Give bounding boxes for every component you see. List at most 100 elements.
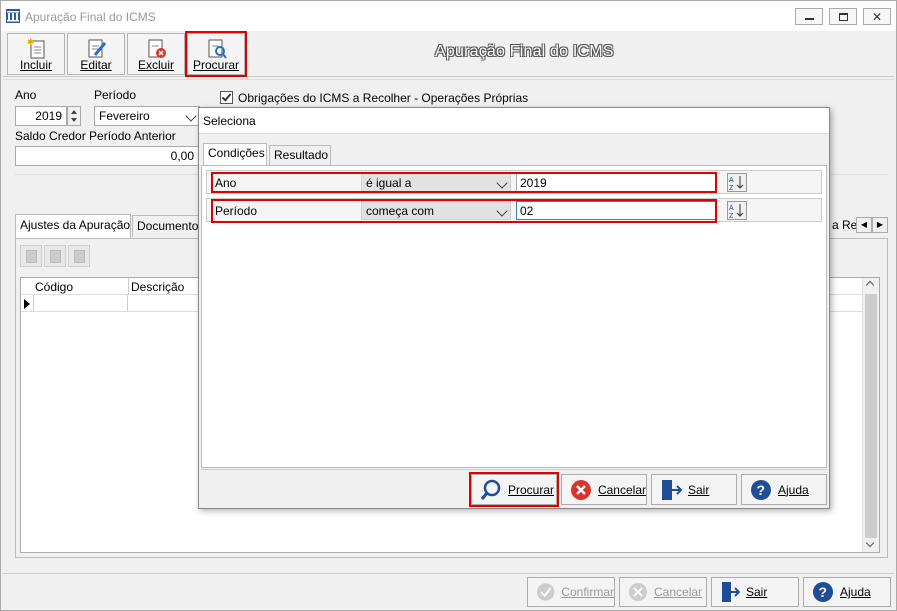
- editar-button[interactable]: Editar: [67, 33, 125, 75]
- dialog-sair-button[interactable]: Sair: [651, 474, 737, 505]
- incluir-button[interactable]: ✱ Incluir: [7, 33, 65, 75]
- cancel-icon: [570, 479, 591, 500]
- col-codigo: Código: [35, 280, 74, 294]
- confirmar-label: Confirmar: [561, 585, 614, 599]
- svg-text:Z: Z: [729, 213, 734, 219]
- search-document-icon: [208, 39, 227, 59]
- grid-add-button[interactable]: [20, 245, 42, 267]
- dialog-cancelar-button[interactable]: Cancelar: [561, 474, 647, 505]
- excluir-button[interactable]: Excluir: [127, 33, 185, 75]
- spin-down-icon: [71, 118, 77, 122]
- obrigacoes-checkbox[interactable]: [220, 91, 233, 104]
- sort-button[interactable]: AZ: [727, 201, 747, 220]
- procurar-label: Procurar: [192, 58, 239, 72]
- highlight-box: [211, 172, 717, 193]
- svg-text:Z: Z: [729, 185, 734, 191]
- col-descricao: Descrição: [131, 280, 185, 294]
- help-icon: ?: [813, 582, 833, 602]
- seleciona-dialog: Seleciona Condições Resultado Ano é igua…: [198, 107, 830, 509]
- checkmark-icon: [221, 91, 232, 102]
- tab-ajustes[interactable]: Ajustes da Apuração: [15, 214, 131, 238]
- periodo-select[interactable]: Fevereiro: [94, 106, 200, 126]
- toolbar: ✱ Incluir Editar Excluir Procurar Apuraç…: [3, 31, 894, 77]
- ajuda-label: Ajuda: [840, 585, 871, 599]
- dialog-cancelar-label: Cancelar: [597, 482, 646, 497]
- ano-label: Ano: [15, 88, 37, 102]
- dialog-ajuda-button[interactable]: ? Ajuda: [741, 474, 827, 505]
- saldo-label: Saldo Credor Período Anterior: [15, 129, 176, 143]
- row-indicator-icon: [24, 299, 30, 309]
- minimize-icon: [804, 17, 814, 20]
- cancelar-button[interactable]: Cancelar: [619, 577, 707, 607]
- grid-scrollbar[interactable]: [862, 278, 879, 552]
- tab-resultado[interactable]: Resultado: [269, 145, 331, 165]
- ajuda-button[interactable]: ? Ajuda: [803, 577, 891, 607]
- dialog-footer: Procurar Cancelar Sair ? Ajuda: [201, 469, 827, 507]
- cancel-icon: [629, 583, 647, 601]
- search-icon: [480, 479, 501, 500]
- svg-text:?: ?: [819, 584, 828, 600]
- periodo-value: Fevereiro: [99, 109, 150, 123]
- confirmar-button[interactable]: Confirmar: [527, 577, 615, 607]
- sair-button[interactable]: Sair: [711, 577, 799, 607]
- title-bar: Apuração Final do ICMS ✕: [1, 1, 896, 31]
- edit-row-icon: [50, 250, 61, 263]
- grid-edit-button[interactable]: [44, 245, 66, 267]
- edit-document-icon: [88, 39, 107, 58]
- svg-text:✱: ✱: [27, 37, 35, 47]
- delete-document-icon: [148, 39, 166, 58]
- sort-az-icon: AZ: [729, 204, 744, 220]
- close-icon: ✕: [871, 9, 883, 24]
- dialog-ajuda-label: Ajuda: [778, 482, 809, 497]
- minimize-button[interactable]: [795, 8, 823, 25]
- add-row-icon: [26, 250, 37, 263]
- table-cell[interactable]: [33, 295, 128, 311]
- ano-input[interactable]: 2019: [15, 106, 67, 126]
- check-icon: [536, 583, 555, 601]
- svg-text:?: ?: [757, 482, 766, 498]
- help-icon: ?: [751, 479, 771, 500]
- tab-scroll-right[interactable]: ▶: [872, 217, 888, 233]
- editar-label: Editar: [80, 58, 112, 72]
- procurar-button[interactable]: Procurar: [185, 31, 247, 77]
- scroll-thumb[interactable]: [865, 294, 877, 538]
- incluir-label: Incluir: [19, 58, 52, 72]
- new-document-icon: ✱: [27, 37, 45, 59]
- dialog-title: Seleciona: [203, 114, 256, 128]
- bank-icon: [6, 9, 20, 23]
- svg-text:A: A: [729, 205, 734, 212]
- bottom-bar: Confirmar Cancelar Sair ? Ajuda: [3, 573, 894, 610]
- arrow-right-icon: ▶: [876, 220, 884, 229]
- excluir-label: Excluir: [137, 58, 174, 72]
- tab-condicoes[interactable]: Condições: [203, 143, 267, 165]
- tab-scroll-left[interactable]: ◀: [856, 217, 872, 233]
- arrow-left-icon: ◀: [860, 220, 868, 229]
- sort-az-icon: AZ: [729, 176, 744, 192]
- grid-delete-button[interactable]: [68, 245, 90, 267]
- obrigacoes-label: Obrigações do ICMS a Recolher - Operaçõe…: [238, 91, 529, 105]
- conditions-panel: Ano é igual a 2019 AZ Período começa com…: [201, 165, 827, 468]
- exit-icon: [722, 582, 740, 602]
- saldo-input[interactable]: 0,00: [15, 146, 199, 166]
- maximize-button[interactable]: [829, 8, 857, 25]
- col-divider: [128, 278, 129, 295]
- svg-text:A: A: [729, 177, 734, 184]
- periodo-label: Período: [94, 88, 137, 102]
- sair-label: Sair: [746, 585, 768, 599]
- dialog-procurar-label: Procurar: [508, 482, 555, 497]
- cancelar-label: Cancelar: [654, 585, 703, 599]
- scroll-up-icon: [865, 280, 875, 290]
- exit-icon: [662, 479, 682, 500]
- dialog-sair-label: Sair: [688, 482, 710, 497]
- window-title: Apuração Final do ICMS: [25, 10, 156, 24]
- scroll-down-icon: [865, 538, 875, 548]
- close-button[interactable]: ✕: [863, 8, 891, 25]
- restore-icon: [838, 12, 848, 21]
- sort-button[interactable]: AZ: [727, 173, 747, 192]
- dialog-title-bar: Seleciona: [199, 108, 829, 134]
- dialog-procurar-button[interactable]: Procurar: [469, 472, 559, 507]
- highlight-box: [211, 199, 717, 223]
- delete-row-icon: [74, 250, 85, 263]
- chevron-down-icon: [185, 110, 197, 122]
- ano-spinner[interactable]: [67, 106, 81, 126]
